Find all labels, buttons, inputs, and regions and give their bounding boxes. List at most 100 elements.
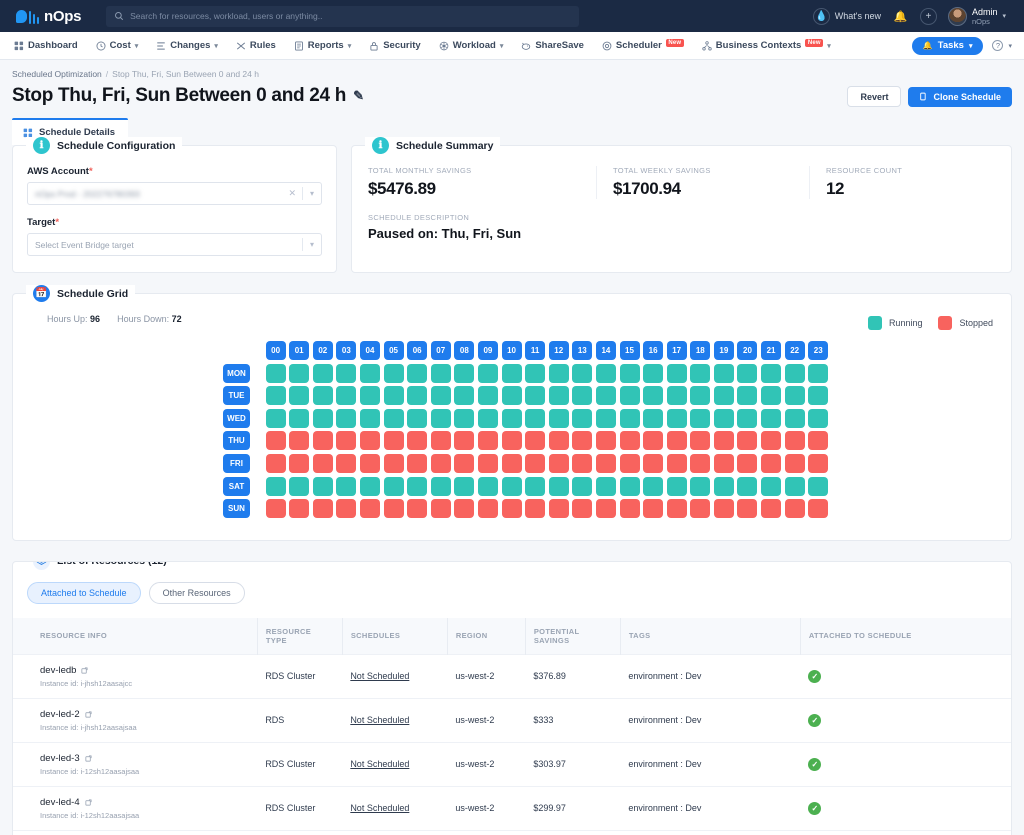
grid-cell[interactable] — [312, 453, 333, 473]
grid-cell[interactable] — [407, 363, 428, 383]
grid-cell[interactable] — [548, 363, 569, 383]
grid-cell[interactable] — [595, 386, 616, 406]
grid-cell[interactable] — [643, 408, 664, 428]
external-link-icon[interactable] — [85, 711, 92, 718]
grid-cell[interactable] — [312, 386, 333, 406]
grid-cell[interactable] — [265, 453, 286, 473]
grid-cell[interactable] — [383, 363, 404, 383]
grid-cell[interactable] — [336, 408, 357, 428]
grid-cell[interactable] — [383, 386, 404, 406]
grid-hour-header[interactable]: 20 — [737, 341, 758, 360]
grid-cell[interactable] — [666, 453, 687, 473]
table-row[interactable]: dev-led-4 Instance id: i-12sh12aasajsaa RD… — [13, 785, 1011, 831]
grid-cell[interactable] — [430, 453, 451, 473]
grid-cell[interactable] — [359, 431, 380, 451]
grid-cell[interactable] — [666, 363, 687, 383]
grid-cell[interactable] — [595, 499, 616, 519]
grid-cell[interactable] — [666, 386, 687, 406]
grid-day-label[interactable]: THU — [223, 431, 250, 451]
grid-cell[interactable] — [572, 408, 593, 428]
grid-cell[interactable] — [643, 431, 664, 451]
grid-cell[interactable] — [548, 431, 569, 451]
grid-hour-header[interactable]: 13 — [572, 341, 593, 360]
grid-cell[interactable] — [265, 363, 286, 383]
grid-cell[interactable] — [501, 431, 522, 451]
nav-item-changes[interactable]: Changes ▾ — [147, 32, 227, 59]
grid-cell[interactable] — [808, 431, 829, 451]
grid-cell[interactable] — [501, 363, 522, 383]
grid-cell[interactable] — [713, 499, 734, 519]
col-resource-info[interactable]: RESOURCE INFO — [13, 618, 257, 655]
grid-cell[interactable] — [383, 408, 404, 428]
grid-cell[interactable] — [501, 476, 522, 496]
plus-icon[interactable]: + — [919, 7, 937, 25]
grid-cell[interactable] — [737, 499, 758, 519]
grid-hour-header[interactable]: 05 — [383, 341, 404, 360]
grid-cell[interactable] — [525, 363, 546, 383]
schedule-grid[interactable]: 00 01 02 03 04 05 06 07 08 09 10 11 12 13 14 15 16 17 18 19… — [27, 341, 997, 519]
grid-cell[interactable] — [525, 431, 546, 451]
grid-cell[interactable] — [336, 499, 357, 519]
table-row[interactable]: dev-led-3 Instance id: i-12sh12aasajsaa RD… — [13, 741, 1011, 787]
chevron-down-icon[interactable]: ▾ — [303, 240, 314, 249]
grid-cell[interactable] — [690, 431, 711, 451]
grid-cell[interactable] — [595, 431, 616, 451]
grid-cell[interactable] — [548, 499, 569, 519]
grid-cell[interactable] — [690, 386, 711, 406]
grid-hour-header[interactable]: 14 — [595, 341, 616, 360]
grid-cell[interactable] — [312, 476, 333, 496]
grid-cell[interactable] — [572, 363, 593, 383]
bell-icon[interactable]: 🔔 — [892, 8, 909, 25]
grid-cell[interactable] — [477, 499, 498, 519]
grid-cell[interactable] — [784, 499, 805, 519]
grid-hour-header[interactable]: 17 — [666, 341, 687, 360]
grid-cell[interactable] — [784, 408, 805, 428]
grid-cell[interactable] — [312, 363, 333, 383]
grid-cell[interactable] — [289, 453, 310, 473]
schedule-link[interactable]: Not Scheduled — [350, 715, 409, 725]
grid-cell[interactable] — [572, 453, 593, 473]
grid-cell[interactable] — [501, 408, 522, 428]
breadcrumb-root[interactable]: Scheduled Optimization — [12, 69, 102, 79]
grid-cell[interactable] — [737, 453, 758, 473]
tasks-button[interactable]: 🔔 Tasks ▾ — [911, 36, 984, 55]
grid-cell[interactable] — [548, 476, 569, 496]
grid-cell[interactable] — [713, 476, 734, 496]
grid-cell[interactable] — [666, 431, 687, 451]
grid-cell[interactable] — [713, 363, 734, 383]
nav-item-cost[interactable]: Cost ▾ — [87, 32, 148, 59]
grid-cell[interactable] — [761, 431, 782, 451]
grid-cell[interactable] — [619, 431, 640, 451]
grid-cell[interactable] — [643, 363, 664, 383]
resource-name[interactable]: dev-led-3 — [40, 753, 249, 764]
external-link-icon[interactable] — [85, 755, 92, 762]
resource-name[interactable]: dev-ledb — [40, 665, 249, 676]
grid-cell[interactable] — [454, 386, 475, 406]
grid-cell[interactable] — [383, 499, 404, 519]
grid-cell[interactable] — [336, 431, 357, 451]
grid-cell[interactable] — [407, 431, 428, 451]
pill-attached-to-schedule[interactable]: Attached to Schedule — [27, 581, 141, 604]
nav-item-reports[interactable]: Reports ▾ — [285, 32, 360, 59]
grid-cell[interactable] — [430, 386, 451, 406]
grid-cell[interactable] — [336, 386, 357, 406]
nav-item-business-contexts[interactable]: Business Contexts New ▾ — [693, 32, 840, 59]
table-row[interactable]: dev-led-2 Instance id: i-jhsh12aasajsaa RD… — [13, 697, 1011, 743]
grid-cell[interactable] — [359, 408, 380, 428]
grid-cell[interactable] — [407, 453, 428, 473]
grid-hour-header[interactable]: 12 — [548, 341, 569, 360]
grid-cell[interactable] — [713, 386, 734, 406]
search-input[interactable] — [130, 11, 572, 21]
schedule-link[interactable]: Not Scheduled — [350, 803, 409, 813]
grid-cell[interactable] — [359, 386, 380, 406]
grid-cell[interactable] — [289, 499, 310, 519]
grid-cell[interactable] — [548, 408, 569, 428]
grid-cell[interactable] — [477, 363, 498, 383]
grid-cell[interactable] — [690, 476, 711, 496]
grid-cell[interactable] — [761, 363, 782, 383]
nav-item-sharesave[interactable]: ShareSave — [512, 32, 593, 59]
grid-cell[interactable] — [312, 408, 333, 428]
help-menu[interactable]: ? ▾ — [992, 40, 1012, 51]
clone-schedule-button[interactable]: Clone Schedule — [908, 86, 1012, 107]
grid-cell[interactable] — [501, 453, 522, 473]
